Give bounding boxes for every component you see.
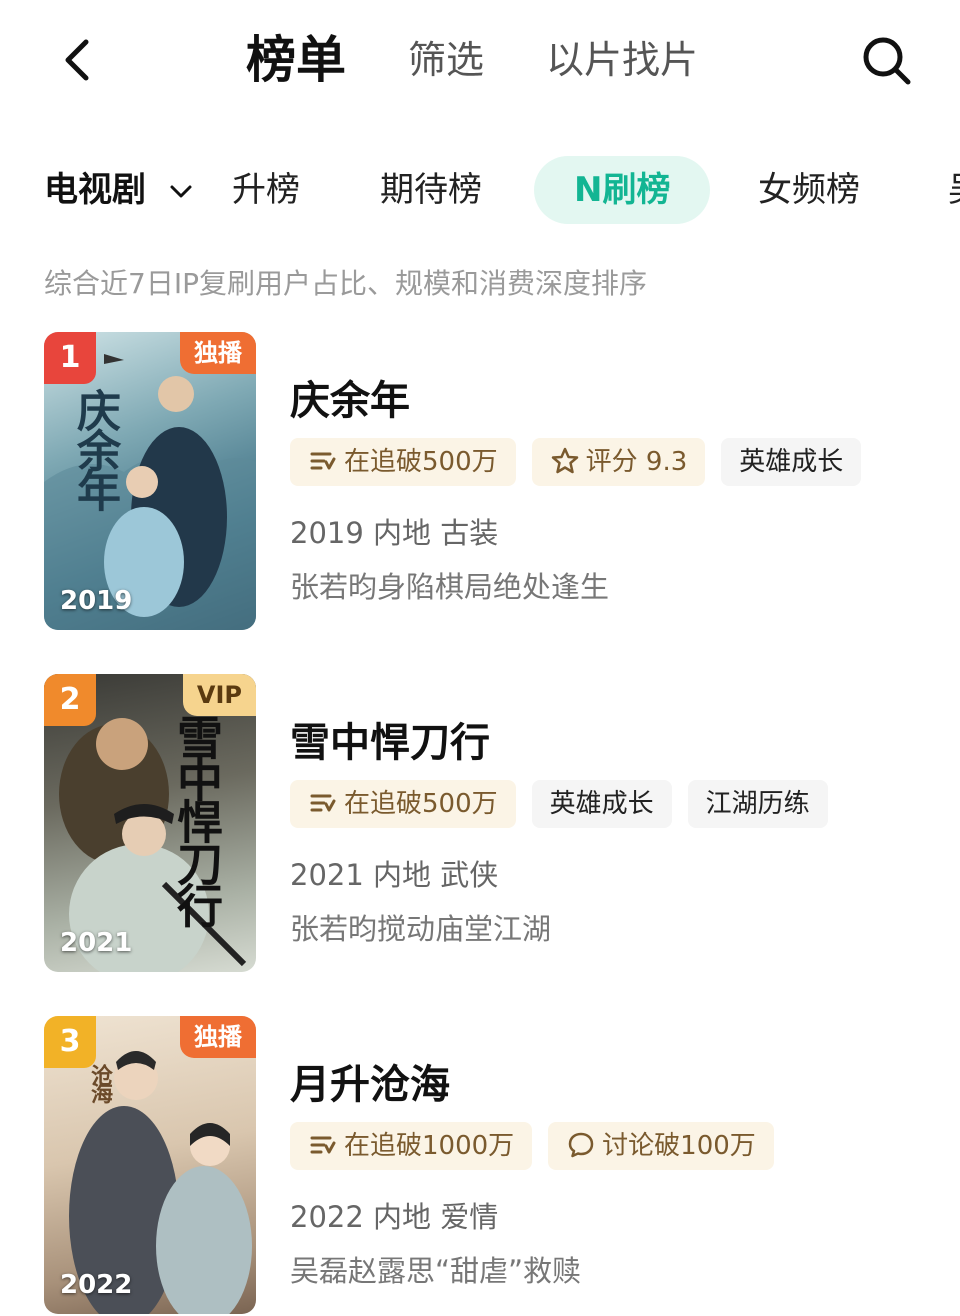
poster-title-art: 雪中悍刀行 [170,714,224,924]
show-title[interactable]: 月升沧海 [290,1052,450,1110]
show-meta: 2021 内地 武侠 [290,858,499,892]
category-selector[interactable]: 电视剧 [44,150,194,230]
rank-badge: 1 [44,332,96,384]
poster-title-art: 庆余年 [69,388,120,508]
search-icon [863,37,911,85]
tag-followers: 在追破500万 [290,438,516,486]
category-bar: 电视剧 升榜 期待榜 N刷榜 女频榜 吴 [0,150,960,230]
tag-rating: 评分 9.3 [531,438,706,486]
show-title[interactable]: 庆余年 [290,368,410,426]
ranking-description: 综合近7日IP复刷用户占比、规模和消费深度排序 [44,267,647,300]
show-meta: 2022 内地 爱情 [290,1200,499,1234]
tab-find-by-clip[interactable]: 以片找片 [546,30,698,90]
show-meta: 2019 内地 古装 [290,516,499,550]
show-description: 张若昀身陷棋局绝处逢生 [290,570,610,604]
poster-year: 2021 [60,928,133,958]
tab-next-partial[interactable]: 吴 [948,150,960,230]
tag-genre: 英雄成长 [531,780,672,828]
poster-image[interactable]: 庆余年 1 独播 2019 [44,332,256,630]
tab-anticipated[interactable]: 期待榜 [380,150,482,230]
tag-genre: 江湖历练 [687,780,828,828]
tag-followers: 在追破500万 [290,780,516,828]
tag-text: 在追破500万 [344,447,498,477]
back-arrow-icon [65,39,89,81]
list-item[interactable]: 庆余年 1 独播 2019 庆余年 在追破500万 评分 9.3 英雄成长 20… [0,332,960,632]
chevron-down-icon [170,185,192,197]
tag-text: 在追破1000万 [344,1131,515,1161]
tag-discussion: 讨论破100万 [548,1122,774,1170]
tab-ranking[interactable]: 榜单 [246,30,346,90]
star-icon [551,447,578,474]
tag-followers: 在追破1000万 [290,1122,533,1170]
tab-filter[interactable]: 筛选 [408,30,484,90]
show-description: 张若昀搅动庙堂江湖 [290,912,552,946]
follow-icon [310,1136,336,1154]
poster-year: 2019 [60,586,133,616]
list-item[interactable]: 雪中悍刀行 2 VIP 2021 雪中悍刀行 在追破500万 英雄成长 江湖历练 … [0,674,960,974]
tag-text: 讨论破100万 [602,1131,756,1161]
exclusive-badge: 独播 [180,332,256,374]
show-description: 吴磊赵露思“甜虐”救赎 [290,1254,582,1288]
tag-text: 评分 9.3 [585,447,688,477]
back-button[interactable] [50,30,110,90]
category-selector-label: 电视剧 [44,170,146,210]
tag-row: 在追破500万 评分 9.3 英雄成长 [290,438,877,488]
rank-badge: 2 [44,674,96,726]
tag-row: 在追破1000万 讨论破100万 [290,1122,790,1172]
tag-row: 在追破500万 英雄成长 江湖历练 [290,780,844,830]
tab-female-channel[interactable]: 女频榜 [758,150,860,230]
poster-title-art: 沧海 [87,1064,113,1100]
poster-image[interactable]: 沧海 3 独播 2022 [44,1016,256,1314]
exclusive-badge: 独播 [180,1016,256,1058]
tab-n-rewatch[interactable]: N刷榜 [534,156,711,224]
list-item[interactable]: 沧海 3 独播 2022 月升沧海 在追破1000万 讨论破100万 2022 … [0,1016,960,1316]
comment-icon [568,1132,594,1158]
rank-badge: 3 [44,1016,96,1068]
tab-rising[interactable]: 升榜 [232,150,300,230]
search-button[interactable] [856,30,916,90]
tag-genre: 英雄成长 [721,438,862,486]
vip-badge: VIP [182,674,256,716]
poster-year: 2022 [60,1270,133,1300]
poster-image[interactable]: 雪中悍刀行 2 VIP 2021 [44,674,256,972]
show-title[interactable]: 雪中悍刀行 [290,710,490,768]
tag-text: 在追破500万 [344,789,498,819]
follow-icon [310,452,336,470]
top-header: 榜单 筛选 以片找片 [0,0,960,120]
follow-icon [310,794,336,812]
